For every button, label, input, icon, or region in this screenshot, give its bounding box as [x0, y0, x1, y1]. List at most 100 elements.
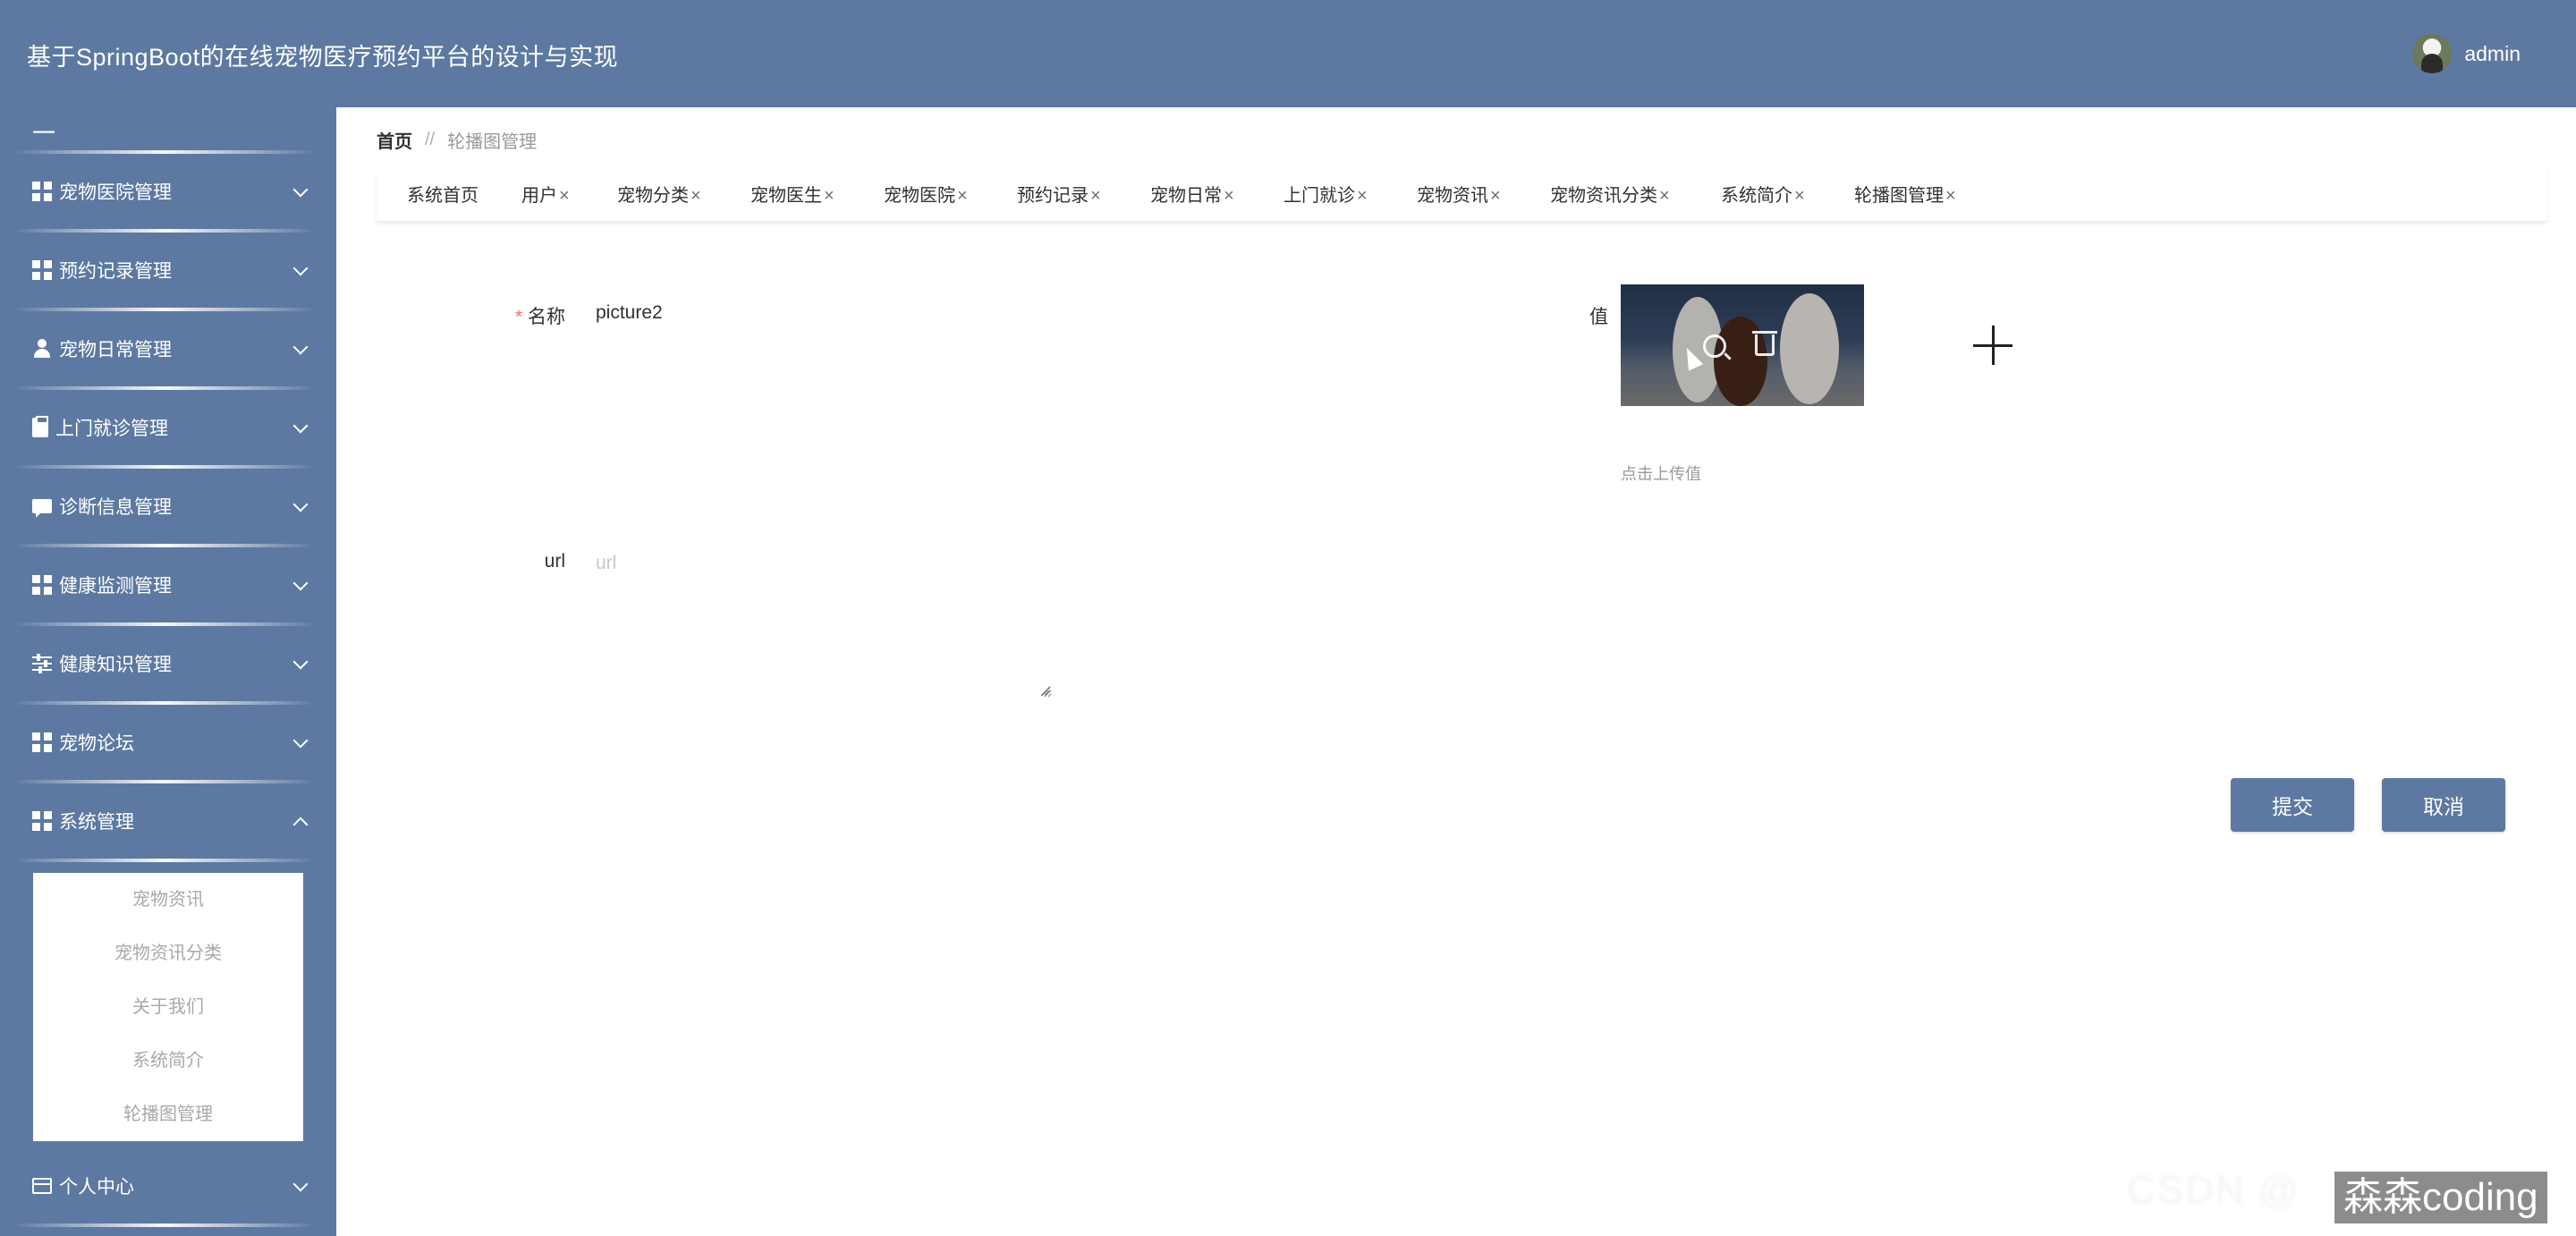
sidebar-item-profile[interactable]: 个人中心	[0, 1147, 336, 1225]
upload-plus-icon[interactable]	[1973, 326, 2012, 365]
resize-handle-icon[interactable]	[1039, 683, 1050, 694]
sidebar-item-label: 宠物论坛	[59, 733, 134, 754]
sidebar-item-label: 上门就诊管理	[55, 419, 168, 439]
tab-label: 系统首页	[407, 186, 479, 206]
close-icon[interactable]: ×	[691, 186, 701, 206]
url-textarea[interactable]	[580, 537, 1052, 698]
sidebar-item-health-knowledge[interactable]: 健康知识管理	[0, 624, 336, 703]
tab-label: 上门就诊	[1284, 186, 1355, 206]
tab-home[interactable]: 系统首页	[407, 170, 479, 222]
sidebar-item-label: 系统管理	[59, 812, 134, 833]
tab-user[interactable]: 用户 ×	[521, 170, 570, 222]
sidebar-item-home-visit[interactable]: 上门就诊管理	[0, 388, 336, 467]
close-icon[interactable]: ×	[559, 186, 570, 206]
required-mark: *	[514, 307, 522, 327]
sidebar-item-forum[interactable]: 宠物论坛	[0, 703, 336, 782]
sidebar-item-system[interactable]: 系统管理	[0, 782, 336, 860]
close-icon[interactable]: ×	[1490, 186, 1501, 206]
close-icon[interactable]: ×	[1794, 186, 1805, 206]
tab-bar: 系统首页 用户 × 宠物分类 × 宠物医生 × 宠物医院 × 预约记录 × 宠物日常 × 上…	[377, 170, 2547, 222]
breadcrumb-current: 轮播图管理	[447, 132, 538, 152]
system-submenu: 宠物资讯 宠物资讯分类 关于我们 系统简介 轮播图管理	[33, 873, 303, 1141]
zoom-in-icon[interactable]	[1703, 334, 1726, 358]
tab-label: 宠物资讯	[1417, 186, 1488, 206]
sidebar-item-label: 宠物日常管理	[59, 340, 172, 360]
chevron-down-icon	[292, 260, 309, 276]
upload-tip: 点击上传值	[1621, 465, 1701, 483]
top-header: 基于SpringBoot的在线宠物医疗预约平台的设计与实现 admin	[0, 0, 2576, 107]
tab-label: 系统简介	[1721, 186, 1792, 206]
sidebar-item-label: 诊断信息管理	[59, 497, 172, 518]
close-icon[interactable]: ×	[957, 186, 968, 206]
tab-carousel[interactable]: 轮播图管理 ×	[1854, 170, 1956, 222]
sidebar-item-diagnosis[interactable]: 诊断信息管理	[0, 467, 336, 546]
sidebar-item-label: 宠物医院管理	[59, 182, 172, 203]
name-label: * 名称	[501, 302, 565, 329]
submenu-item-carousel[interactable]: 轮播图管理	[33, 1088, 303, 1141]
chevron-down-icon	[292, 654, 309, 670]
sidebar-item-label: 个人中心	[59, 1177, 134, 1198]
tab-label: 轮播图管理	[1854, 186, 1944, 206]
collapse-menu-icon[interactable]: 一	[32, 120, 59, 147]
grid-icon	[32, 182, 52, 201]
close-icon[interactable]: ×	[1357, 186, 1368, 206]
tab-pet-category[interactable]: 宠物分类 ×	[617, 170, 701, 222]
submit-button[interactable]: 提交	[2231, 778, 2354, 832]
card-icon	[32, 1178, 52, 1194]
sidebar-item-health-monitor[interactable]: 健康监测管理	[0, 546, 336, 624]
username[interactable]: admin	[2464, 42, 2521, 66]
sidebar-item-label: 健康知识管理	[59, 655, 172, 675]
sidebar-item-hospital[interactable]: 宠物医院管理	[0, 152, 336, 231]
close-icon[interactable]: ×	[824, 186, 835, 206]
chevron-down-icon	[292, 496, 309, 512]
tab-label: 宠物医院	[884, 186, 955, 206]
tab-pet-news[interactable]: 宠物资讯 ×	[1417, 170, 1501, 222]
tab-system-intro[interactable]: 系统简介 ×	[1721, 170, 1805, 222]
grid-icon	[32, 575, 52, 595]
chevron-down-icon	[292, 1176, 309, 1192]
tab-home-visit[interactable]: 上门就诊 ×	[1284, 170, 1368, 222]
sidebar-item-label: 健康监测管理	[59, 576, 172, 597]
tab-pet-hospital[interactable]: 宠物医院 ×	[884, 170, 968, 222]
clipboard-icon	[32, 416, 48, 437]
chat-icon	[32, 499, 52, 518]
grid-icon	[32, 732, 52, 752]
app-title: 基于SpringBoot的在线宠物医疗预约平台的设计与实现	[27, 44, 619, 71]
submenu-item-about-us[interactable]: 关于我们	[33, 980, 303, 1034]
sidebar-item-appointments[interactable]: 预约记录管理	[0, 231, 336, 309]
grid-icon	[32, 260, 52, 280]
tab-pet-daily[interactable]: 宠物日常 ×	[1150, 170, 1234, 222]
close-icon[interactable]: ×	[1945, 186, 1956, 206]
chevron-down-icon	[292, 575, 309, 591]
delete-icon[interactable]	[1752, 331, 1777, 356]
name-field[interactable]	[580, 286, 1045, 340]
user-menu[interactable]: admin	[2412, 34, 2521, 73]
thumbnail-overlay	[1621, 284, 1864, 406]
grid-icon	[32, 811, 52, 831]
sidebar-item-daily[interactable]: 宠物日常管理	[0, 309, 336, 388]
tab-label: 宠物日常	[1150, 186, 1222, 206]
csdn-watermark: CSDN @	[2127, 1168, 2301, 1212]
close-icon[interactable]: ×	[1090, 186, 1101, 206]
submenu-item-pet-news[interactable]: 宠物资讯	[33, 873, 303, 927]
submenu-item-news-category[interactable]: 宠物资讯分类	[33, 927, 303, 980]
name-label-text: 名称	[528, 307, 565, 327]
author-watermark: 森森coding	[2334, 1172, 2547, 1223]
tab-label: 宠物资讯分类	[1550, 186, 1657, 206]
close-icon[interactable]: ×	[1224, 186, 1234, 206]
chevron-down-icon	[292, 418, 309, 434]
avatar[interactable]	[2412, 34, 2453, 73]
cancel-button[interactable]: 取消	[2382, 778, 2505, 832]
tab-label: 用户	[521, 186, 557, 206]
uploaded-image-thumbnail[interactable]	[1621, 284, 1864, 406]
tab-label: 预约记录	[1017, 186, 1089, 206]
divider	[13, 859, 317, 862]
tab-news-category[interactable]: 宠物资讯分类 ×	[1550, 170, 1670, 222]
tab-label: 宠物分类	[617, 186, 689, 206]
breadcrumb-home[interactable]: 首页	[377, 127, 412, 153]
submenu-item-system-intro[interactable]: 系统简介	[33, 1034, 303, 1088]
user-icon	[32, 339, 52, 359]
tab-pet-doctor[interactable]: 宠物医生 ×	[750, 170, 835, 222]
tab-appointments[interactable]: 预约记录 ×	[1017, 170, 1101, 222]
close-icon[interactable]: ×	[1659, 186, 1670, 206]
